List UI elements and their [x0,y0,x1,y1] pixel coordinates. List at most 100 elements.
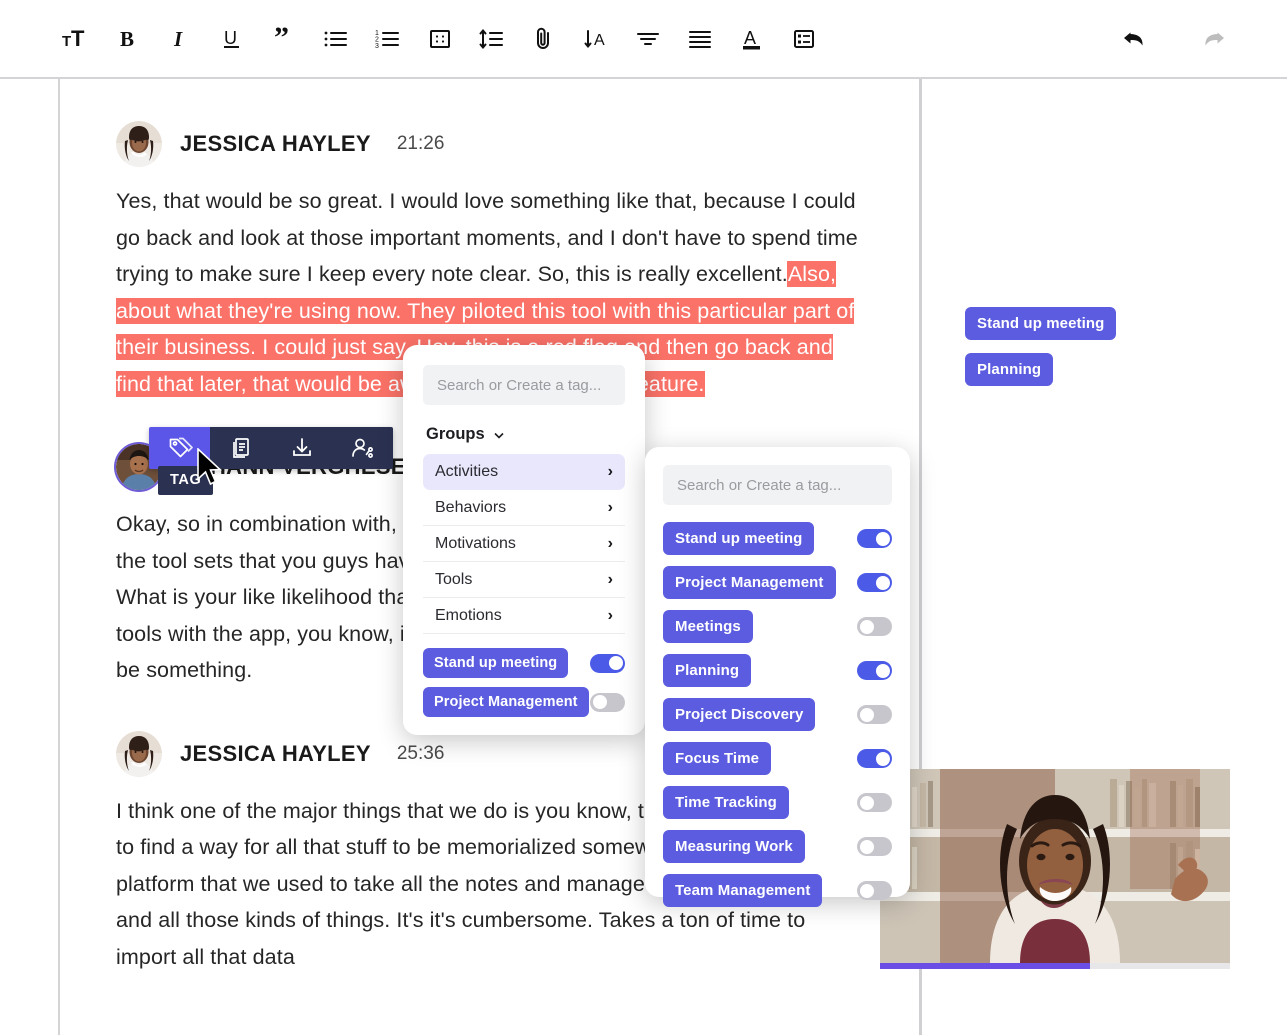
editor-app: TT B I U ” [0,0,1287,1035]
bullet-list-icon[interactable] [310,13,362,65]
tag-chip[interactable]: Stand up meeting [423,648,568,678]
group-label: Tools [435,571,472,589]
tag-groups-panel: Groups Activities › Behaviors › Motivati… [403,345,645,735]
tag-row: Project Management [663,566,892,599]
download-icon[interactable] [271,427,332,469]
tag-search-input[interactable] [423,365,625,405]
tag-chip[interactable]: Project Management [423,687,589,717]
group-item-emotions[interactable]: Emotions › [423,598,625,634]
tag-selection-panel: Stand up meeting Project Management Meetin… [645,447,910,897]
chevron-right-icon: › [608,607,613,625]
line-spacing-icon[interactable] [466,13,518,65]
tag-row: Project Discovery [663,698,892,731]
tag-chip[interactable]: Measuring Work [663,830,805,863]
svg-text:I: I [173,27,183,51]
mouse-cursor [196,448,226,490]
chevron-right-icon: › [608,499,613,517]
video-progress-bar[interactable] [880,963,1230,969]
svg-text:T: T [62,33,71,50]
group-item-tools[interactable]: Tools › [423,562,625,598]
speaker-timestamp: 21:26 [397,133,445,155]
video-player[interactable] [880,769,1230,969]
tag-chip[interactable]: Meetings [663,610,753,643]
share-user-icon[interactable] [332,427,393,469]
tag-row: Measuring Work [663,830,892,863]
align-justify-icon[interactable] [674,13,726,65]
group-label: Activities [435,463,498,481]
tag-chip[interactable]: Project Discovery [663,698,815,731]
tag-toggle[interactable] [857,837,892,856]
tag-chip[interactable]: Focus Time [663,742,771,775]
tag-list: Stand up meeting Project Management Meetin… [663,522,892,907]
align-center-icon[interactable] [622,13,674,65]
svg-text:A: A [744,28,756,48]
text-size-icon[interactable]: TT [50,13,102,65]
tag-toggle[interactable] [857,617,892,636]
jessica-avatar [116,731,162,777]
transcript-plain-text: Yes, that would be so great. I would lov… [116,189,858,286]
bold-icon[interactable]: B [102,13,154,65]
tag-row: Planning [663,654,892,687]
speaker-name: JESSICA HAYLEY [180,741,371,767]
tag-row: Stand up meeting [663,522,892,555]
jessica-avatar [116,121,162,167]
tag-toggle[interactable] [857,529,892,548]
group-item-activities[interactable]: Activities › [423,454,625,490]
table-icon[interactable] [414,13,466,65]
tag-row: Stand up meeting [423,648,625,678]
sidebar-tag-list: Stand up meeting Planning [965,307,1116,386]
tag-chip[interactable]: Stand up meeting [663,522,814,555]
chevron-right-icon: › [608,535,613,553]
speaker-name: JESSICA HAYLEY [180,131,371,157]
tag-row: Time Tracking [663,786,892,819]
svg-text:A: A [594,32,605,49]
tag-chip[interactable]: Project Management [663,566,836,599]
underline-icon[interactable]: U [206,13,258,65]
formatting-toolbar: TT B I U ” [0,0,1287,79]
text-color-icon[interactable]: A [726,13,778,65]
tag-toggle[interactable] [857,793,892,812]
toolbar-left-group: TT B I U ” [0,13,830,65]
tag-chip[interactable]: Team Management [663,874,822,907]
layout-icon[interactable] [778,13,830,65]
tag-row: Focus Time [663,742,892,775]
tag-toggle[interactable] [857,881,892,900]
group-label: Emotions [435,607,502,625]
group-item-motivations[interactable]: Motivations › [423,526,625,562]
chevron-down-icon [493,429,505,441]
tag-chip[interactable]: Time Tracking [663,786,789,819]
tag-search-input[interactable] [663,465,892,505]
tag-toggle[interactable] [857,661,892,680]
undo-icon[interactable] [1109,13,1161,65]
group-label: Motivations [435,535,516,553]
chevron-right-icon: › [608,463,613,481]
sidebar-tag[interactable]: Planning [965,353,1053,386]
tag-toggle[interactable] [857,573,892,592]
toolbar-history-group [1109,0,1239,77]
tag-toggle[interactable] [857,749,892,768]
tag-toggle[interactable] [590,693,625,712]
groups-toggle[interactable]: Groups [426,425,625,444]
tag-row: Team Management [663,874,892,907]
group-item-behaviors[interactable]: Behaviors › [423,490,625,526]
svg-text:T: T [71,26,85,51]
tag-toggle[interactable] [857,705,892,724]
tag-chip[interactable]: Planning [663,654,751,687]
groups-label: Groups [426,425,485,444]
quote-icon[interactable]: ” [258,13,310,65]
selection-action-toolbar [149,427,393,469]
redo-icon[interactable] [1187,13,1239,65]
tag-toggle[interactable] [590,654,625,673]
svg-text:B: B [120,27,134,51]
sort-alpha-icon[interactable]: A [570,13,622,65]
numbered-list-icon[interactable]: 1 2 3 [362,13,414,65]
tag-row: Project Management [423,687,625,717]
italic-icon[interactable]: I [154,13,206,65]
svg-text:U: U [224,28,237,48]
attachment-icon[interactable] [518,13,570,65]
chevron-right-icon: › [608,571,613,589]
svg-text:”: ” [274,27,289,51]
group-tag-list: Stand up meeting Project Management [423,648,625,717]
sidebar-tag[interactable]: Stand up meeting [965,307,1116,340]
svg-text:3: 3 [375,43,379,50]
